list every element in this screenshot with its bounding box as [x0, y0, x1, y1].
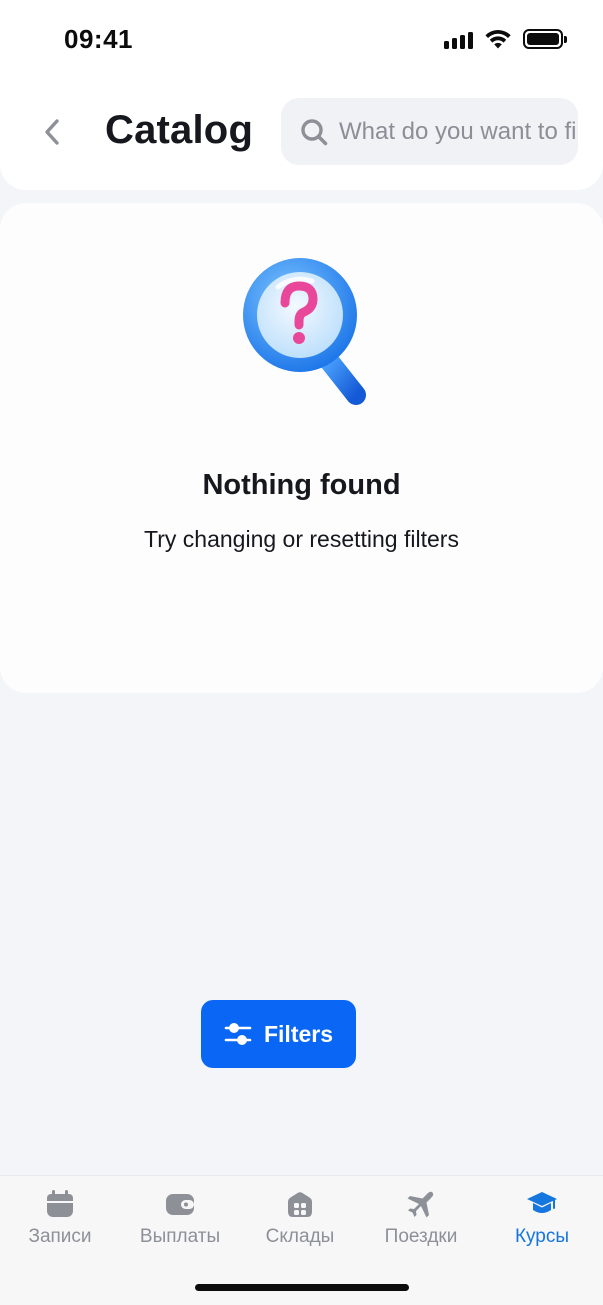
- graduation-cap-icon: [527, 1192, 557, 1213]
- search-box[interactable]: [281, 98, 578, 165]
- catalog-screen: 09:41 Catalog What do you want to find? …: [0, 0, 603, 1305]
- filters-button[interactable]: Filters: [201, 1000, 356, 1068]
- calendar-icon: [47, 1190, 73, 1217]
- empty-state-card: Nothing found Try changing or resetting …: [0, 203, 603, 693]
- home-indicator: [195, 1284, 409, 1291]
- tab-sklady[interactable]: Склады: [240, 1188, 360, 1258]
- status-time: 09:41: [64, 24, 133, 54]
- search-icon: [301, 118, 328, 145]
- tab-vyplaty[interactable]: Выплаты: [120, 1188, 240, 1258]
- wallet-icon: [166, 1194, 194, 1215]
- wifi-icon: [485, 29, 511, 49]
- filters-button-label: Filters: [263, 1020, 334, 1047]
- sliders-icon: [224, 1023, 252, 1045]
- empty-state-title: Nothing found: [202, 469, 401, 501]
- airplane-icon: [407, 1191, 434, 1218]
- tab-label: Записи: [28, 1226, 92, 1247]
- battery-icon: [523, 29, 567, 49]
- header-panel: 09:41 Catalog: [0, 0, 603, 190]
- empty-state-subtitle: Try changing or resetting filters: [144, 526, 459, 552]
- tab-poezdki[interactable]: Поездки: [361, 1188, 481, 1258]
- tab-label: Склады: [265, 1226, 335, 1247]
- back-button[interactable]: [30, 108, 74, 156]
- cellular-signal-icon: [444, 29, 473, 49]
- tab-label: Курсы: [514, 1226, 570, 1247]
- chevron-left-icon: [45, 119, 59, 145]
- tab-kursy[interactable]: Курсы: [482, 1188, 602, 1258]
- search-input[interactable]: [339, 117, 578, 146]
- tab-label: Выплаты: [139, 1226, 221, 1247]
- warehouse-icon: [288, 1192, 312, 1217]
- page-title: Catalog: [105, 108, 254, 152]
- tab-zapisi[interactable]: Записи: [0, 1188, 120, 1258]
- status-icons: [444, 28, 567, 50]
- magnifier-question-icon: [243, 258, 366, 405]
- tab-label: Поездки: [384, 1226, 458, 1247]
